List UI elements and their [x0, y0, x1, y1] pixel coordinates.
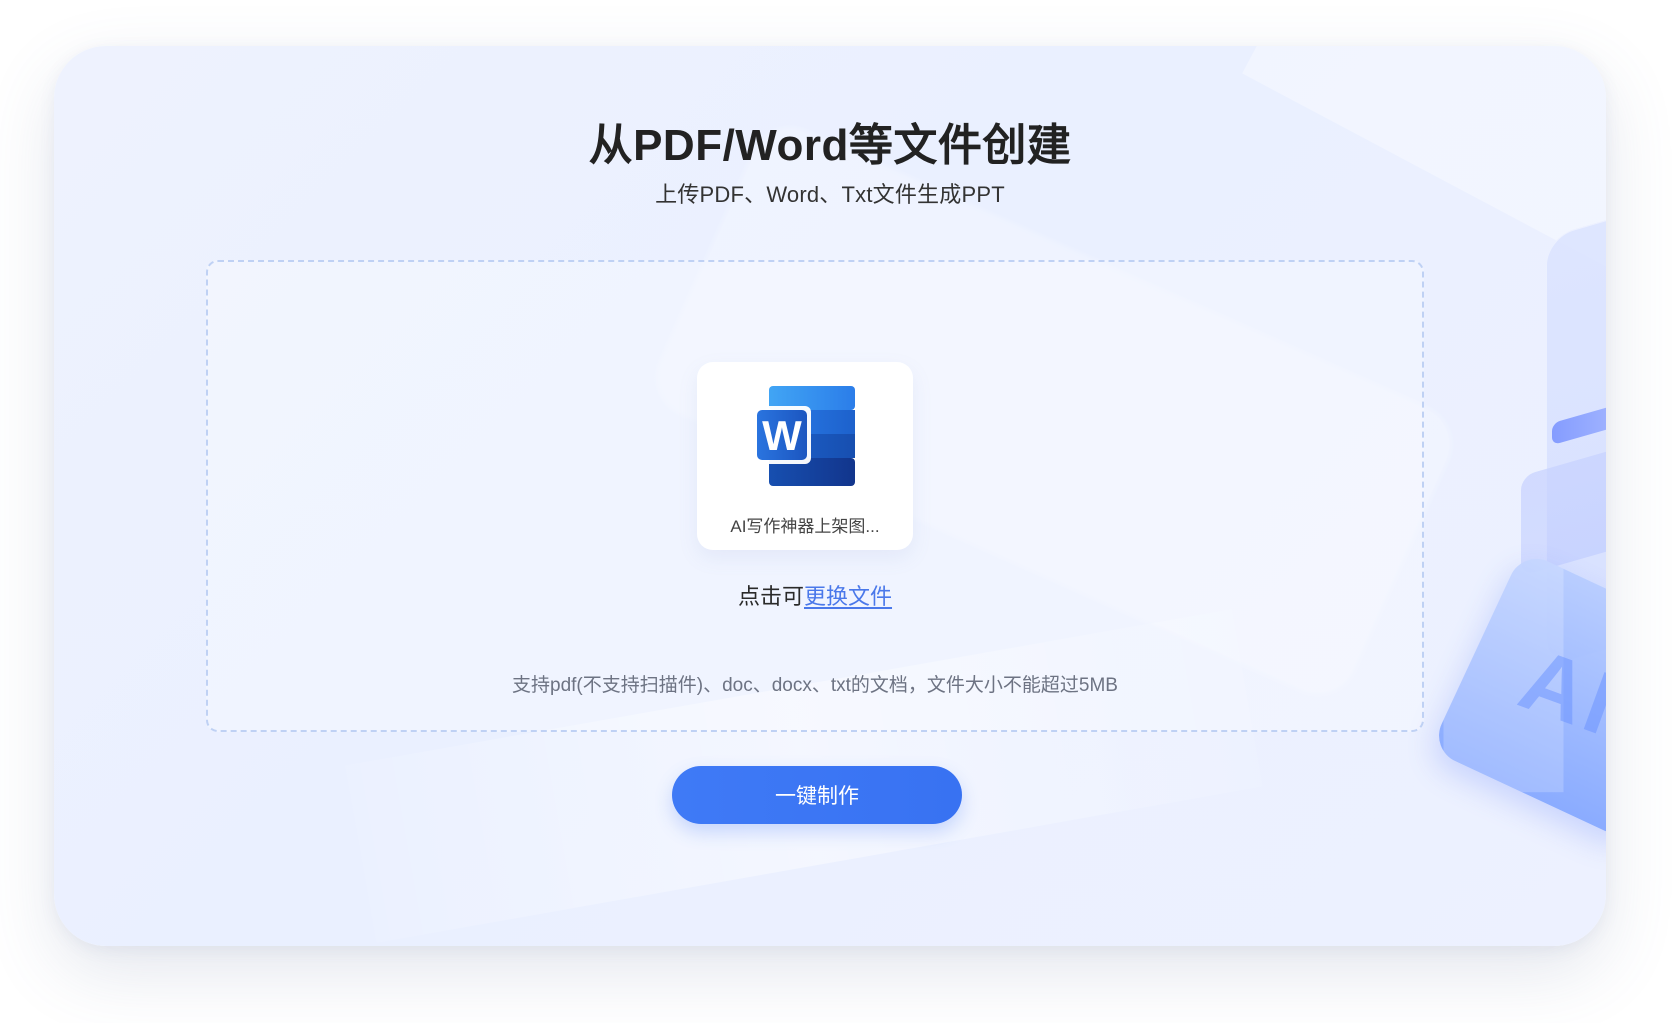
change-file-prefix: 点击可 — [737, 584, 804, 609]
page-title: 从PDF/Word等文件创建 — [588, 121, 1072, 170]
create-button[interactable]: 一键制作 — [672, 766, 962, 824]
change-file-link[interactable]: 更换文件 — [804, 584, 892, 609]
page-subtitle: 上传PDF、Word、Txt文件生成PPT — [655, 182, 1005, 207]
decor-panel — [1546, 194, 1606, 668]
svg-text:W: W — [762, 412, 802, 459]
word-file-icon: W — [753, 386, 855, 486]
ai-badge-icon: AI — [1429, 549, 1606, 843]
upload-dropzone[interactable]: W AI写作神器上架图... 点击可更换文件 支持pdf(不支持扫描件)、doc… — [206, 260, 1424, 732]
file-name: AI写作神器上架图... — [730, 517, 880, 536]
supported-file-info: 支持pdf(不支持扫描件)、doc、docx、txt的文档，文件大小不能超过5M… — [512, 675, 1118, 696]
ai-badge-text: AI — [1508, 628, 1606, 755]
create-from-file-card: AI 从PDF/Word等文件创建 上传PDF、Word、Txt文件生成PPT — [54, 46, 1606, 946]
change-file-prompt: 点击可更换文件 — [208, 579, 1422, 611]
decor-stripe — [1552, 388, 1606, 446]
decor-panel-secondary — [1521, 425, 1606, 577]
selected-file-card[interactable]: W AI写作神器上架图... — [697, 362, 913, 550]
